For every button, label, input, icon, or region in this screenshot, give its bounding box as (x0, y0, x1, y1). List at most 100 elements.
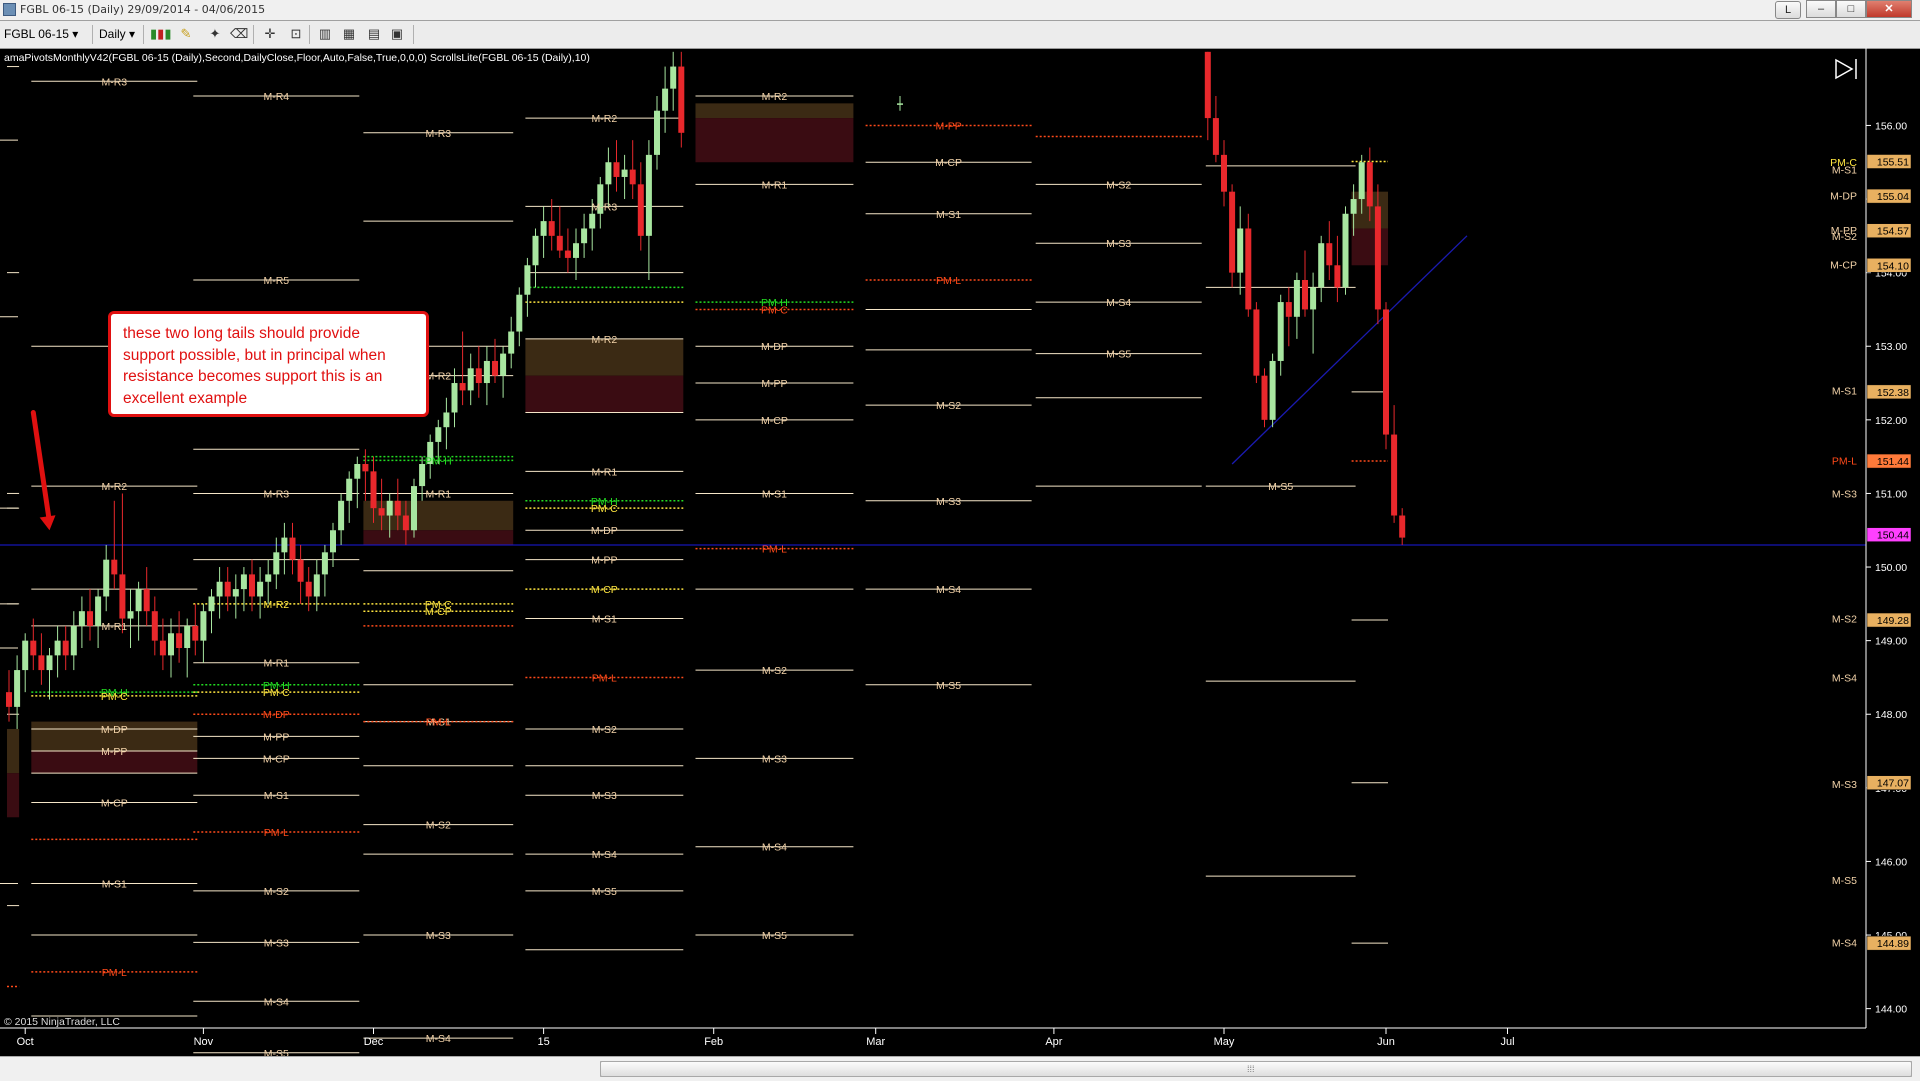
candle-bar (1285, 287, 1292, 347)
bar-type-icon[interactable]: ▮▮▮ (150, 26, 171, 42)
pencil-icon[interactable]: ✎ (178, 26, 194, 42)
y-tick-label: 146.00 (1875, 856, 1907, 868)
candle-bar (1221, 140, 1227, 207)
candle-bar (556, 206, 563, 258)
candle-body (1310, 287, 1317, 310)
candle-body (111, 559, 118, 575)
candle-bar (232, 574, 239, 619)
candle-body (1383, 309, 1389, 435)
pivot-label: M-S1 (936, 209, 961, 221)
candle-body (645, 154, 652, 236)
candle-bar (670, 51, 677, 111)
candle-body (1326, 243, 1333, 266)
candle-body (1261, 375, 1268, 420)
candle-body (224, 581, 231, 597)
candle-body (662, 88, 669, 111)
pivot-label: PM-C (263, 687, 290, 699)
right-pivot-label: M-S1 (1832, 385, 1857, 397)
candle-bar (564, 228, 571, 273)
eraser-icon[interactable]: ⌫ (230, 26, 248, 42)
pivot-label: PM-C (761, 304, 788, 316)
right-pivot-label: M-S5 (1832, 875, 1857, 887)
candle-body (78, 611, 85, 626)
wand-icon[interactable]: ✦ (207, 26, 223, 42)
price-chart[interactable]: M-R3 M-R2 M-R1 PM-H PM-C M-DP M-PP M-CP M-S1 PM-L… (0, 48, 1920, 1056)
pivot-label: PM-C (591, 503, 618, 515)
pivot-label: PM-H (425, 455, 452, 467)
maximize-button[interactable]: □ (1836, 0, 1866, 18)
x-tick-label: Nov (194, 1036, 214, 1048)
candle-bar (1245, 213, 1252, 317)
pivot-label: M-DP (263, 709, 290, 721)
candle-body (1342, 213, 1349, 288)
interval-selector[interactable]: Daily ▾ (99, 25, 135, 43)
crosshair-icon[interactable]: ✛ (262, 26, 278, 42)
copyright-text: © 2015 NinjaTrader, LLC (4, 1016, 120, 1028)
candle-bar (605, 147, 612, 207)
candle-body (573, 243, 579, 258)
pivot-label: M-S2 (936, 400, 961, 412)
pivot-label: M-R1 (263, 658, 289, 670)
candle-body (338, 500, 345, 531)
candle-body (330, 530, 336, 553)
candle-body (670, 66, 677, 89)
window-title: FGBL 06-15 (Daily) 29/09/2014 - 04/06/20… (20, 3, 266, 16)
candle-body (613, 162, 620, 177)
price-label: 152.38 (1877, 387, 1909, 399)
pivot-label: M-S4 (762, 842, 787, 854)
pivot-label: M-S4 (1106, 297, 1131, 309)
scroll-thumb[interactable] (600, 1061, 1912, 1077)
candle-body (1221, 154, 1227, 192)
price-label: 154.57 (1877, 226, 1909, 238)
candle-body (411, 486, 417, 531)
pivot-band (7, 773, 20, 818)
pivot-label: M-R1 (762, 179, 788, 191)
pivot-label: M-PP (591, 555, 617, 567)
candle-bar (151, 596, 158, 656)
x-tick-label: Jun (1377, 1036, 1395, 1048)
candle-body (548, 221, 555, 236)
pivot-label: M-CP (425, 606, 452, 618)
instrument-selector[interactable]: FGBL 06-15 ▾ (4, 25, 78, 43)
strategies-icon[interactable]: ▦ (341, 26, 357, 42)
indicators-icon[interactable]: ▥ (317, 26, 333, 42)
pivot-label: M-CP (263, 753, 290, 765)
price-label: 147.07 (1877, 778, 1909, 790)
pivot-label: M-R3 (425, 128, 451, 140)
close-button[interactable]: ✕ (1866, 0, 1912, 18)
candle-bar (78, 596, 85, 648)
candle-bar (1204, 51, 1211, 141)
layout-button[interactable]: L (1775, 1, 1801, 19)
zoom-icon[interactable]: ⊡ (288, 26, 304, 42)
pivot-label: M-PP (761, 378, 787, 390)
pivot-label: M-S5 (1268, 481, 1293, 493)
candle-body (70, 625, 77, 656)
candle-bar (192, 603, 199, 656)
horizontal-scrollbar[interactable]: ⁞⁞⁞ (0, 1056, 1920, 1081)
candle-bar (411, 478, 417, 538)
x-tick-label: Dec (364, 1036, 384, 1048)
candle-bar (1302, 250, 1308, 317)
candle-body (103, 559, 110, 597)
pivot-label: M-S1 (592, 614, 617, 626)
chevron-down-icon: ▾ (72, 27, 79, 41)
pivot-label: M-S1 (264, 790, 289, 802)
candle-bar (22, 633, 29, 693)
scroll-right-icon[interactable] (1835, 58, 1857, 80)
right-pivot-label: M-S1 (1832, 165, 1857, 177)
candle-body (475, 368, 482, 384)
y-tick-label: 144.00 (1875, 1004, 1907, 1016)
candle-body (127, 611, 134, 619)
chart-toolbar: FGBL 06-15 ▾ Daily ▾ ▮▮▮ ✎ ✦ ⌫ ✛ ⊡ ▥ ▦ ▤… (0, 21, 1920, 49)
properties-icon[interactable]: ▤ (366, 26, 382, 42)
candle-bar (143, 567, 150, 626)
candle-bar (1318, 235, 1325, 303)
data-box-icon[interactable]: ▣ (389, 26, 405, 42)
candle-body (38, 655, 45, 671)
candle-body (143, 589, 150, 612)
candle-bar (14, 655, 21, 729)
pivot-label: M-S1 (762, 488, 787, 500)
candle-bar (1310, 272, 1317, 354)
minimize-button[interactable]: – (1806, 0, 1836, 18)
pivot-label: M-S3 (426, 930, 451, 942)
